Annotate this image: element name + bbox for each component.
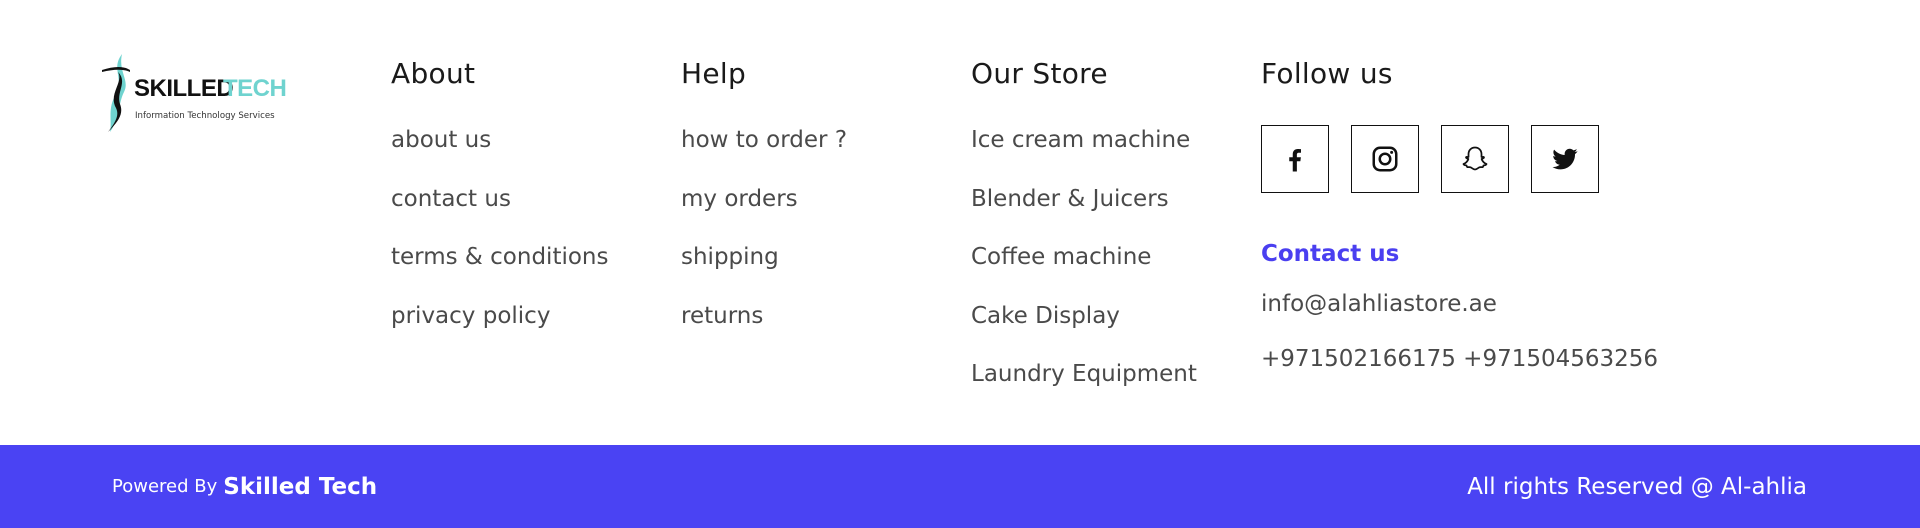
about-us-link[interactable]: about us (391, 127, 491, 153)
logo-brand-first: SKILLED (134, 75, 233, 102)
list-item: returns (681, 301, 847, 360)
blender-juicers-link[interactable]: Blender & Juicers (971, 186, 1169, 212)
footer-column-follow: Follow us Contact us info@alahliastore.a… (1261, 56, 1658, 374)
instagram-icon (1372, 146, 1398, 172)
footer-column-help: Help how to order ? my orders shipping r… (681, 56, 847, 359)
laundry-equipment-link[interactable]: Laundry Equipment (971, 361, 1197, 387)
list-item: Blender & Juicers (971, 184, 1197, 243)
twitter-icon (1552, 148, 1578, 170)
store-heading: Our Store (971, 57, 1108, 90)
logo-tagline: Information Technology Services (135, 111, 275, 121)
social-links (1261, 125, 1658, 193)
list-item: Coffee machine (971, 242, 1197, 301)
list-item: contact us (391, 184, 609, 243)
contact-us-title: Contact us (1261, 241, 1400, 267)
snapchat-icon (1462, 146, 1488, 171)
skilled-tech-logo[interactable]: SKILLED TECH Information Technology Serv… (100, 52, 286, 134)
store-links: Ice cream machine Blender & Juicers Coff… (971, 125, 1197, 418)
powered-by-label: Powered By (112, 476, 218, 497)
list-item: my orders (681, 184, 847, 243)
about-heading: About (391, 57, 476, 90)
contact-email[interactable]: info@alahliastore.ae (1261, 289, 1658, 319)
coffee-machine-link[interactable]: Coffee machine (971, 244, 1151, 270)
list-item: how to order ? (681, 125, 847, 184)
cake-display-link[interactable]: Cake Display (971, 303, 1120, 329)
returns-link[interactable]: returns (681, 303, 763, 329)
help-links: how to order ? my orders shipping return… (681, 125, 847, 359)
shipping-link[interactable]: shipping (681, 244, 779, 270)
logo-mark: SKILLED TECH Information Technology Serv… (102, 54, 286, 132)
logo-brand-second: TECH (223, 75, 286, 102)
footer-column-store: Our Store Ice cream machine Blender & Ju… (971, 56, 1197, 418)
list-item: about us (391, 125, 609, 184)
instagram-button[interactable] (1351, 125, 1419, 193)
follow-heading: Follow us (1261, 57, 1393, 90)
powered-brand-link[interactable]: Skilled Tech (223, 474, 377, 500)
facebook-icon (1289, 149, 1301, 172)
contact-phones[interactable]: +971502166175 +971504563256 (1261, 344, 1658, 374)
copyright-text: All rights Reserved @ Al-ahlia (1467, 473, 1807, 500)
list-item: privacy policy (391, 301, 609, 360)
powered-by: Powered By Skilled Tech (112, 445, 377, 528)
footer-column-about: About about us contact us terms & condit… (391, 56, 609, 359)
facebook-button[interactable] (1261, 125, 1329, 193)
about-links: about us contact us terms & conditions p… (391, 125, 609, 359)
list-item: terms & conditions (391, 242, 609, 301)
snapchat-button[interactable] (1441, 125, 1509, 193)
ice-cream-machine-link[interactable]: Ice cream machine (971, 127, 1190, 153)
help-heading: Help (681, 57, 747, 90)
terms-link[interactable]: terms & conditions (391, 244, 609, 270)
contact-us-link[interactable]: contact us (391, 186, 511, 212)
list-item: Laundry Equipment (971, 359, 1197, 418)
my-orders-link[interactable]: my orders (681, 186, 798, 212)
footer-top: SKILLED TECH Information Technology Serv… (0, 0, 1920, 445)
footer-bar: Powered By Skilled Tech All rights Reser… (0, 445, 1920, 528)
how-to-order-link[interactable]: how to order ? (681, 127, 847, 153)
twitter-button[interactable] (1531, 125, 1599, 193)
privacy-policy-link[interactable]: privacy policy (391, 303, 550, 329)
list-item: Cake Display (971, 301, 1197, 360)
list-item: Ice cream machine (971, 125, 1197, 184)
list-item: shipping (681, 242, 847, 301)
